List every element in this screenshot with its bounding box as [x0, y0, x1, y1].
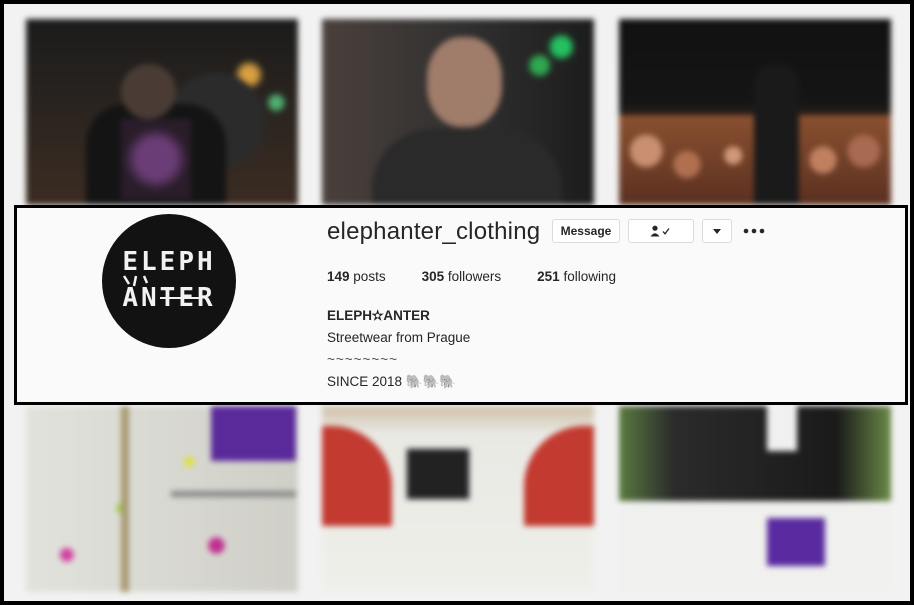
- followers-label: followers: [447, 269, 502, 284]
- posts-label: posts: [353, 269, 386, 284]
- post-thumbnail[interactable]: [26, 406, 298, 592]
- profile-bio: ELEPH✫ANTER Streetwear from Prague ~~~~~…: [327, 305, 471, 405]
- post-thumbnail[interactable]: [322, 406, 594, 592]
- photo-shape: [427, 37, 502, 127]
- more-options-button[interactable]: [743, 218, 765, 239]
- suggestions-dropdown-button[interactable]: [702, 219, 732, 243]
- more-options-icon: [743, 228, 765, 234]
- chevron-down-icon: [713, 228, 721, 234]
- following-stat[interactable]: 251 following: [537, 269, 616, 284]
- avatar-text-top: ELEPH: [122, 247, 215, 277]
- screenshot-frame: ELEPH ANTER elephanter_clothing Message: [0, 0, 914, 605]
- post-thumbnail[interactable]: [322, 19, 594, 205]
- bio-line: ~~~~~~~~: [327, 396, 399, 405]
- followers-stat[interactable]: 305 followers: [422, 269, 502, 284]
- photo-shape: [211, 406, 296, 461]
- photo-shape: [767, 518, 825, 566]
- profile-stats: 149 posts 305 followers 251 following: [327, 269, 652, 284]
- profile-username: elephanter_clothing: [327, 218, 541, 245]
- bio-line: SINCE 2018 🐘🐘🐘: [327, 374, 457, 389]
- profile-avatar[interactable]: ELEPH ANTER: [102, 214, 236, 348]
- photo-shape: [619, 501, 891, 592]
- followers-count: 305: [421, 269, 445, 284]
- photo-shape: [767, 406, 797, 451]
- photo-shape: [404, 446, 472, 502]
- following-label: following: [563, 269, 616, 284]
- avatar-logo: ELEPH ANTER: [122, 247, 215, 313]
- bio-line: Streetwear from Prague: [327, 330, 471, 345]
- bio-line: ~~~~~~~~: [327, 352, 399, 367]
- following-count: 251: [537, 269, 560, 284]
- person-check-icon: [650, 225, 670, 237]
- photo-shape: [121, 64, 176, 119]
- post-thumbnail[interactable]: [619, 19, 891, 205]
- posts-stat[interactable]: 149 posts: [327, 269, 386, 284]
- bio-name: ELEPH✫ANTER: [327, 308, 430, 323]
- photo-shape: [754, 64, 799, 204]
- photo-shape: [372, 129, 562, 205]
- photo-shape: [322, 426, 392, 526]
- posts-count: 149: [327, 269, 350, 284]
- post-thumbnail[interactable]: [26, 19, 298, 205]
- photo-shape: [121, 406, 129, 592]
- post-thumbnail[interactable]: [619, 406, 891, 592]
- photo-shape: [121, 119, 191, 199]
- photo-shape: [524, 426, 594, 526]
- photo-shape: [171, 491, 296, 497]
- message-button[interactable]: Message: [552, 219, 620, 243]
- profile-header: ELEPH ANTER elephanter_clothing Message: [14, 205, 908, 405]
- following-button[interactable]: [628, 219, 694, 243]
